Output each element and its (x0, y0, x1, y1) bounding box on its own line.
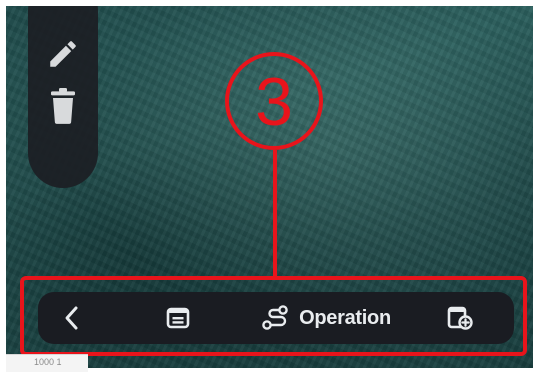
operation-label: Operation (299, 306, 391, 329)
card-icon (166, 307, 190, 329)
add-document-icon (447, 306, 473, 330)
vertical-tool-rail (28, 6, 98, 188)
delete-button[interactable] (45, 88, 81, 124)
edit-button[interactable] (45, 36, 81, 72)
card-button[interactable] (156, 292, 200, 344)
back-button[interactable] (52, 292, 92, 344)
trash-icon (51, 88, 75, 124)
corner-label: 1000 1 (6, 354, 88, 372)
annotation-connector-line (273, 150, 277, 278)
pencil-icon (50, 41, 76, 67)
operation-button[interactable]: Operation (246, 292, 406, 344)
background-canvas: 3 Operation (6, 6, 533, 368)
route-icon (262, 305, 288, 330)
add-document-button[interactable] (438, 292, 482, 344)
step-annotation-circle: 3 (225, 52, 323, 150)
bottom-toolbar: Operation (38, 292, 514, 344)
step-number: 3 (255, 64, 293, 140)
chevron-left-icon (65, 306, 78, 330)
